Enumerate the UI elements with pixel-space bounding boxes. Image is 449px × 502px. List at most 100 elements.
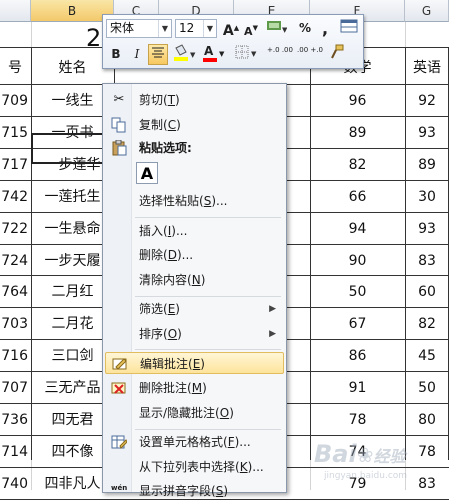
bold-button[interactable]: B xyxy=(106,44,126,65)
cell-id[interactable]: 716 xyxy=(0,340,30,372)
borders-button[interactable]: ▼ xyxy=(233,44,261,65)
shrink-font-icon: A xyxy=(244,25,253,38)
menu-item-phonetic-label: 显示拼音字段(S) xyxy=(139,484,229,498)
menu-item-insert[interactable]: 插入(I)... xyxy=(105,220,284,242)
cell-english[interactable]: 82 xyxy=(405,308,449,340)
cell-id[interactable]: 742 xyxy=(0,181,30,213)
scissors-icon: ✂ xyxy=(113,92,125,107)
menu-item-pick-from-list[interactable]: 从下拉列表中选择(K)... xyxy=(105,456,284,478)
font-color-swatch xyxy=(203,58,217,62)
cell-math[interactable]: 78 xyxy=(310,404,405,436)
menu-heading-paste-options: 粘贴选项: xyxy=(105,137,284,159)
cell-id[interactable]: 709 xyxy=(0,85,30,117)
cell-english[interactable]: 50 xyxy=(405,372,449,404)
menu-item-delete-comment[interactable]: 删除批注(M) xyxy=(105,377,284,399)
cell-id[interactable]: 736 xyxy=(0,404,30,436)
menu-item-cut[interactable]: ✂ 剪切(T) xyxy=(105,89,284,111)
cell-english[interactable]: 80 xyxy=(405,404,449,436)
menu-item-format-cells-label: 设置单元格格式(F)... xyxy=(139,435,251,449)
cell-math[interactable]: 94 xyxy=(310,213,405,245)
comma-style-button[interactable]: , xyxy=(315,18,335,39)
borders-icon: ▼ xyxy=(235,45,257,59)
menu-item-insert-label: 插入(I)... xyxy=(139,224,188,238)
svg-text:▼: ▼ xyxy=(282,26,287,34)
cell-math[interactable]: 50 xyxy=(310,276,405,308)
cell-math[interactable]: 96 xyxy=(310,85,405,117)
cell-english[interactable]: 45 xyxy=(405,340,449,372)
cell-id[interactable]: 764 xyxy=(0,276,30,308)
grow-font-button[interactable]: A▲ xyxy=(221,18,241,39)
cell-math[interactable]: 91 xyxy=(310,372,405,404)
svg-text:▼: ▼ xyxy=(190,51,196,59)
font-size-combo[interactable]: 12 ▼ xyxy=(175,19,217,38)
baidu-watermark: Bai❀经验 jingyan.baidu.com xyxy=(314,440,446,485)
menu-item-clear-contents[interactable]: 清除内容(N) xyxy=(105,269,284,291)
table-format-icon xyxy=(340,19,358,33)
center-align-button[interactable] xyxy=(148,44,168,65)
cell-id[interactable]: 724 xyxy=(0,245,30,277)
font-color-button[interactable]: A ▼ xyxy=(201,44,229,65)
menu-item-toggle-comments[interactable]: 显示/隐藏批注(O) xyxy=(105,402,284,424)
paw-icon: ❀ xyxy=(356,443,374,467)
cell-id[interactable]: 717 xyxy=(0,149,30,181)
menu-item-delete[interactable]: 删除(D)... xyxy=(105,244,284,266)
decrease-decimal-button[interactable]: .00 +.0 xyxy=(297,44,323,65)
cell-english[interactable]: 89 xyxy=(405,149,449,181)
chevron-down-icon[interactable]: ▼ xyxy=(203,20,216,37)
cell-english[interactable]: 93 xyxy=(405,213,449,245)
font-name-combo[interactable]: 宋体 ▼ xyxy=(106,19,172,38)
menu-item-phonetic[interactable]: wén 显示拼音字段(S) xyxy=(105,480,284,502)
cell-english[interactable]: 83 xyxy=(405,245,449,277)
cell-english[interactable]: 92 xyxy=(405,85,449,117)
menu-item-sort[interactable]: 排序(O) ▶ xyxy=(105,323,284,345)
format-painter-toggle[interactable] xyxy=(339,18,359,39)
cell-english[interactable]: 93 xyxy=(405,117,449,149)
cell-math[interactable]: 86 xyxy=(310,340,405,372)
cell-id[interactable]: 714 xyxy=(0,436,30,468)
cell-english[interactable]: 60 xyxy=(405,276,449,308)
column-header-g[interactable]: G xyxy=(405,0,449,22)
active-cell-cursor xyxy=(31,133,113,164)
cell-id[interactable]: 722 xyxy=(0,213,30,245)
grow-font-icon: A xyxy=(222,23,234,39)
percent-style-button[interactable]: % xyxy=(295,18,315,39)
menu-item-filter[interactable]: 筛选(E) ▶ xyxy=(105,298,284,320)
menu-item-copy-label: 复制(C) xyxy=(139,118,181,132)
cell-math[interactable]: 66 xyxy=(310,181,405,213)
menu-item-clear-contents-label: 清除内容(N) xyxy=(139,273,206,287)
watermark-tail: 经验 xyxy=(373,447,406,466)
font-size-value: 12 xyxy=(179,21,195,35)
header-cell-english[interactable]: 英语 xyxy=(405,52,449,84)
paste-button[interactable]: A xyxy=(136,162,158,184)
align-center-icon xyxy=(152,47,164,58)
menu-heading-label: 粘贴选项: xyxy=(139,141,192,155)
fill-color-button[interactable]: ▼ xyxy=(171,44,199,65)
italic-button[interactable]: I xyxy=(127,44,147,65)
menu-item-edit-comment[interactable]: 编辑批注(E) xyxy=(105,352,284,374)
edit-comment-icon xyxy=(112,356,128,372)
menu-item-filter-label: 筛选(E) xyxy=(139,302,180,316)
cell-id[interactable]: 707 xyxy=(0,372,30,404)
chevron-down-icon[interactable]: ▼ xyxy=(158,20,171,37)
column-header-a[interactable] xyxy=(0,0,31,22)
accounting-format-button[interactable]: ▼ xyxy=(263,18,289,39)
increase-decimal-button[interactable]: +.0 .00 xyxy=(267,44,293,65)
menu-item-copy[interactable]: 复制(C) xyxy=(105,114,284,136)
cell-math[interactable]: 67 xyxy=(310,308,405,340)
menu-item-format-cells[interactable]: 设置单元格格式(F)... xyxy=(105,431,284,453)
format-painter-button[interactable] xyxy=(327,44,347,65)
menu-item-paste-special-label: 选择性粘贴(S)... xyxy=(139,194,228,208)
header-cell-id[interactable]: 号 xyxy=(0,52,30,84)
cell-math[interactable]: 82 xyxy=(310,149,405,181)
cell-id[interactable]: 740 xyxy=(0,468,30,500)
cell-math[interactable]: 89 xyxy=(310,117,405,149)
cell-english[interactable]: 30 xyxy=(405,181,449,213)
currency-icon: ▼ xyxy=(267,21,288,34)
copy-icon xyxy=(111,117,127,133)
cell-id[interactable]: 715 xyxy=(0,117,30,149)
shrink-font-button[interactable]: A▼ xyxy=(241,18,261,39)
cell-math[interactable]: 90 xyxy=(310,245,405,277)
menu-item-paste-special[interactable]: 选择性粘贴(S)... xyxy=(105,190,284,212)
cell-id[interactable]: 703 xyxy=(0,308,30,340)
menu-item-pick-from-list-label: 从下拉列表中选择(K)... xyxy=(139,460,264,474)
